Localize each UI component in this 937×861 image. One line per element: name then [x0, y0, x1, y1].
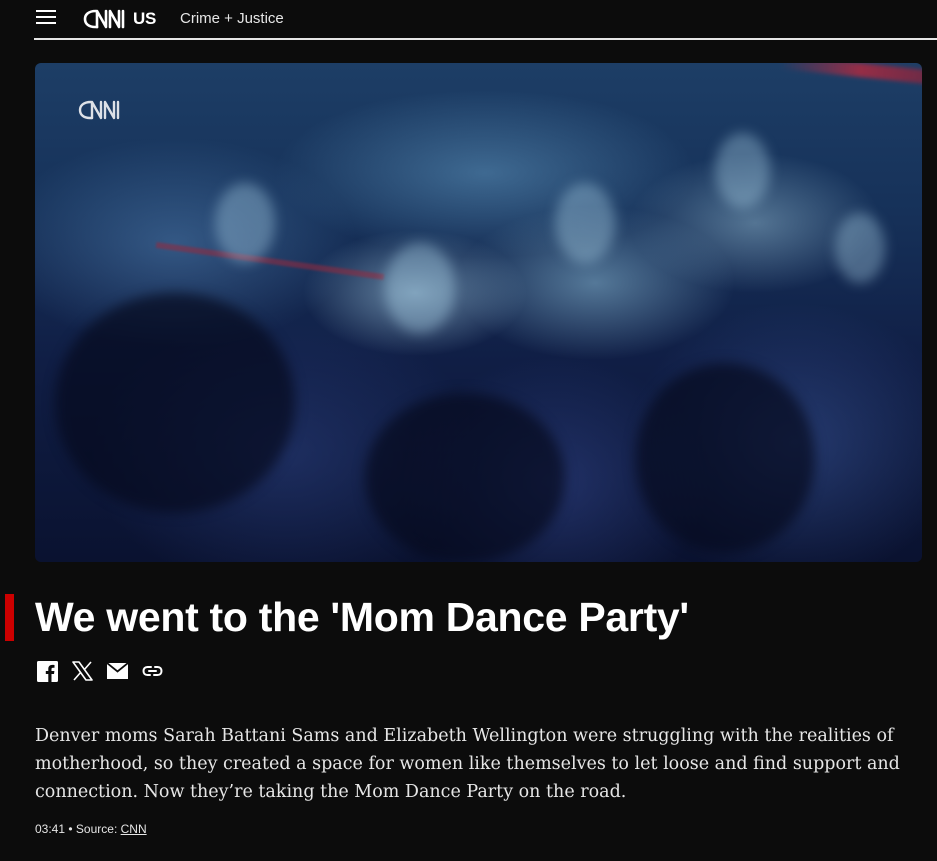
source-link[interactable]: CNN: [121, 822, 147, 836]
email-icon[interactable]: [106, 660, 128, 682]
x-icon[interactable]: [71, 660, 93, 682]
video-duration: 03:41: [35, 822, 66, 836]
video-description: Denver moms Sarah Battani Sams and Eliza…: [35, 726, 900, 802]
video-scene-detail: [55, 293, 295, 513]
video-scene-detail: [215, 183, 275, 263]
video-scene-detail: [715, 133, 770, 208]
link-icon[interactable]: [141, 660, 163, 682]
headline-accent-bar: [5, 594, 14, 641]
video-scene-detail: [155, 242, 385, 280]
video-scene-detail: [635, 363, 815, 553]
video-scene-detail: [835, 213, 885, 283]
video-scene-detail: [555, 183, 615, 263]
menu-icon[interactable]: [36, 10, 56, 26]
facebook-icon[interactable]: [36, 660, 58, 682]
meta-separator: •: [68, 822, 73, 836]
subsection-link[interactable]: Crime + Justice: [180, 10, 284, 27]
video-player[interactable]: [35, 63, 922, 562]
video-scene-detail: [779, 63, 922, 86]
video-scene-detail: [385, 243, 455, 333]
share-bar: [36, 660, 163, 682]
page-title: We went to the 'Mom Dance Party': [35, 594, 689, 640]
source-label: Source:: [75, 822, 118, 836]
header-divider: [34, 38, 937, 40]
video-scene-detail: [365, 393, 565, 562]
site-header: US Crime + Justice: [0, 0, 937, 40]
cnn-logo[interactable]: US: [82, 6, 156, 32]
logo-section-name: US: [133, 9, 157, 28]
video-meta: 03:41 • Source: CNN: [35, 822, 147, 836]
cnn-watermark-icon: [78, 100, 120, 120]
cnn-logo-icon: [83, 9, 125, 29]
